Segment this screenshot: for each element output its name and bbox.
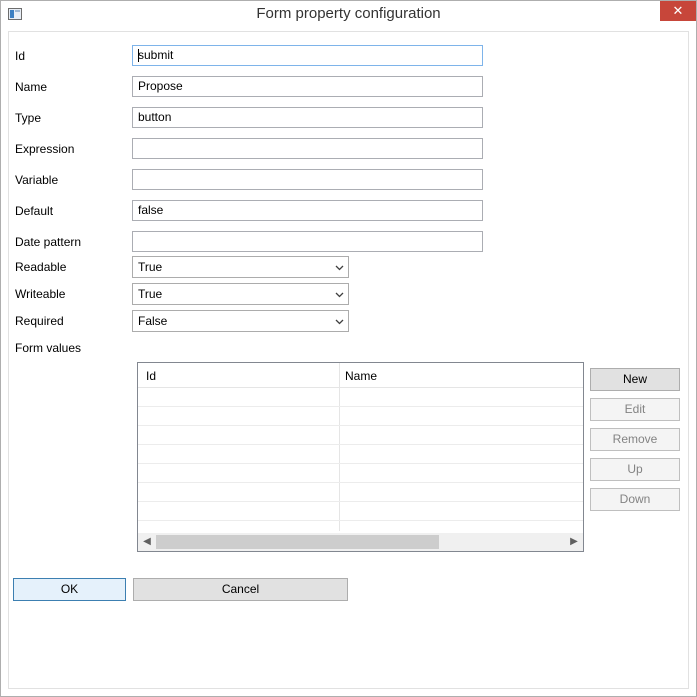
grid-line [138, 482, 583, 483]
chevron-down-icon [335, 265, 344, 271]
grid-line [138, 425, 583, 426]
required-label: Required [15, 314, 64, 328]
scrollbar-thumb[interactable] [156, 535, 439, 549]
grid-line [138, 463, 583, 464]
writeable-label: Writeable [15, 287, 66, 301]
date-pattern-label: Date pattern [15, 235, 82, 249]
scroll-left-icon[interactable]: ◀ [140, 535, 154, 549]
readable-value: True [138, 260, 163, 274]
edit-button[interactable]: Edit [590, 398, 680, 421]
new-button[interactable]: New [590, 368, 680, 391]
column-header-id[interactable]: Id [146, 369, 156, 383]
id-value: submit [138, 48, 174, 62]
grid-line [138, 501, 583, 502]
cancel-button[interactable]: Cancel [133, 578, 348, 601]
title-bar: Form property configuration ✕ [1, 1, 696, 29]
up-button[interactable]: Up [590, 458, 680, 481]
variable-label: Variable [15, 173, 59, 187]
required-value: False [138, 314, 168, 328]
form-values-table[interactable]: Id Name ◀ ▶ [137, 362, 584, 552]
id-label: Id [15, 49, 26, 63]
column-divider [339, 363, 340, 531]
column-header-name[interactable]: Name [345, 369, 377, 383]
readable-label: Readable [15, 260, 67, 274]
close-button[interactable]: ✕ [660, 1, 696, 21]
required-select[interactable]: False [132, 310, 349, 332]
table-header: Id Name [138, 363, 583, 388]
expression-label: Expression [15, 142, 75, 156]
down-button[interactable]: Down [590, 488, 680, 511]
writeable-select[interactable]: True [132, 283, 349, 305]
variable-input[interactable] [132, 169, 483, 190]
default-label: Default [15, 204, 54, 218]
window-title: Form property configuration [256, 5, 441, 22]
dialog-window: Form property configuration ✕ Id submit … [0, 0, 697, 697]
grid-line [138, 520, 583, 521]
readable-select[interactable]: True [132, 256, 349, 278]
name-input[interactable]: Propose [132, 76, 483, 97]
grid-line [138, 406, 583, 407]
chevron-down-icon [335, 292, 344, 298]
type-label: Type [15, 111, 42, 125]
default-input[interactable]: false [132, 200, 483, 221]
writeable-value: True [138, 287, 163, 301]
horizontal-scrollbar[interactable]: ◀ ▶ [138, 533, 583, 551]
grid-line [138, 444, 583, 445]
id-input[interactable]: submit [132, 45, 483, 66]
form-values-label: Form values [15, 341, 82, 355]
type-input[interactable]: button [132, 107, 483, 128]
chevron-down-icon [335, 319, 344, 325]
name-label: Name [15, 80, 48, 94]
remove-button[interactable]: Remove [590, 428, 680, 451]
date-pattern-input[interactable] [132, 231, 483, 252]
ok-button[interactable]: OK [13, 578, 126, 601]
expression-input[interactable] [132, 138, 483, 159]
scroll-right-icon[interactable]: ▶ [567, 535, 581, 549]
